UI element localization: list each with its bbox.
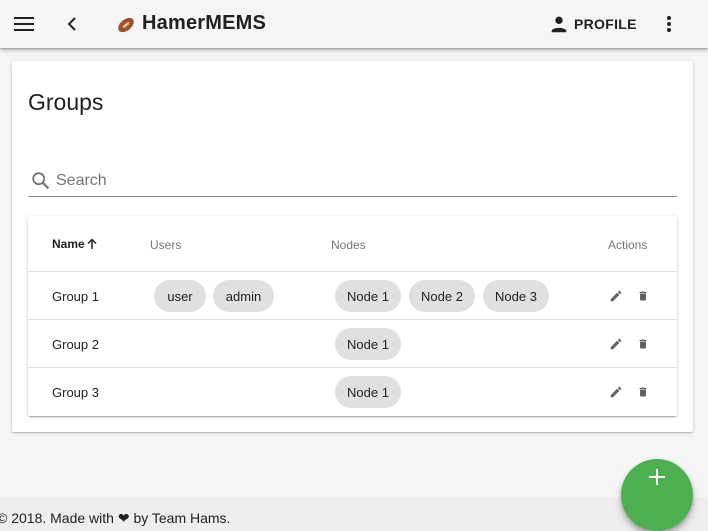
column-header-users[interactable]: Users [150,238,181,252]
logo-icon [118,17,134,33]
search-input[interactable] [56,169,656,193]
node-chip: Node 3 [483,280,549,312]
search-icon [32,172,50,190]
back-button[interactable] [60,10,84,38]
delete-button[interactable] [635,384,651,400]
edit-button[interactable] [608,336,624,352]
column-header-name-label: Name [52,237,85,251]
edit-icon [610,290,622,302]
search-field [28,167,677,197]
delete-icon [639,291,647,301]
groups-table: Name Users Nodes Actions Group 1 user ad… [28,216,677,416]
delete-icon [639,387,647,397]
table-row: Group 3 Node 1 [28,368,677,416]
group-name: Group 1 [52,289,99,304]
edit-button[interactable] [608,288,624,304]
back-icon [67,17,76,31]
column-header-name[interactable]: Name [52,237,98,251]
delete-icon [639,339,647,349]
profile-button[interactable]: PROFILE [548,10,637,38]
column-header-nodes[interactable]: Nodes [331,238,366,252]
menu-icon [14,17,34,31]
page-title: Groups [28,89,104,115]
column-header-actions: Actions [608,238,648,252]
add-group-button[interactable] [621,459,693,531]
user-chip: user [154,280,206,312]
node-chip: Node 1 [335,280,401,312]
footer: © 2018. Made with ❤ by Team Hams. [0,497,708,531]
more-options-button[interactable] [657,10,681,38]
groups-card: Groups Name Users Nodes Actions Group 1 … [12,61,693,432]
add-icon [649,469,665,485]
table-row: Group 1 user admin Node 1 Node 2 Node 3 [28,272,677,320]
app-title: HamerMEMS [142,12,267,34]
app-bar: HamerMEMS PROFILE [0,0,708,48]
edit-icon [610,386,622,398]
group-name: Group 3 [52,385,99,400]
edit-icon [610,338,622,350]
more-vert-icon [667,16,671,32]
arrow-upward-icon [87,238,97,249]
node-chip: Node 1 [335,376,401,408]
delete-button[interactable] [635,288,651,304]
delete-button[interactable] [635,336,651,352]
menu-button[interactable] [10,10,38,38]
table-header: Name Users Nodes Actions [28,216,677,272]
profile-label: PROFILE [574,16,637,32]
node-chip: Node 2 [409,280,475,312]
table-row: Group 2 Node 1 [28,320,677,368]
edit-button[interactable] [608,384,624,400]
group-name: Group 2 [52,337,99,352]
user-chip: admin [213,280,274,312]
person-icon [551,16,567,33]
node-chip: Node 1 [335,328,401,360]
footer-text: © 2018. Made with ❤ by Team Hams. [0,510,231,526]
